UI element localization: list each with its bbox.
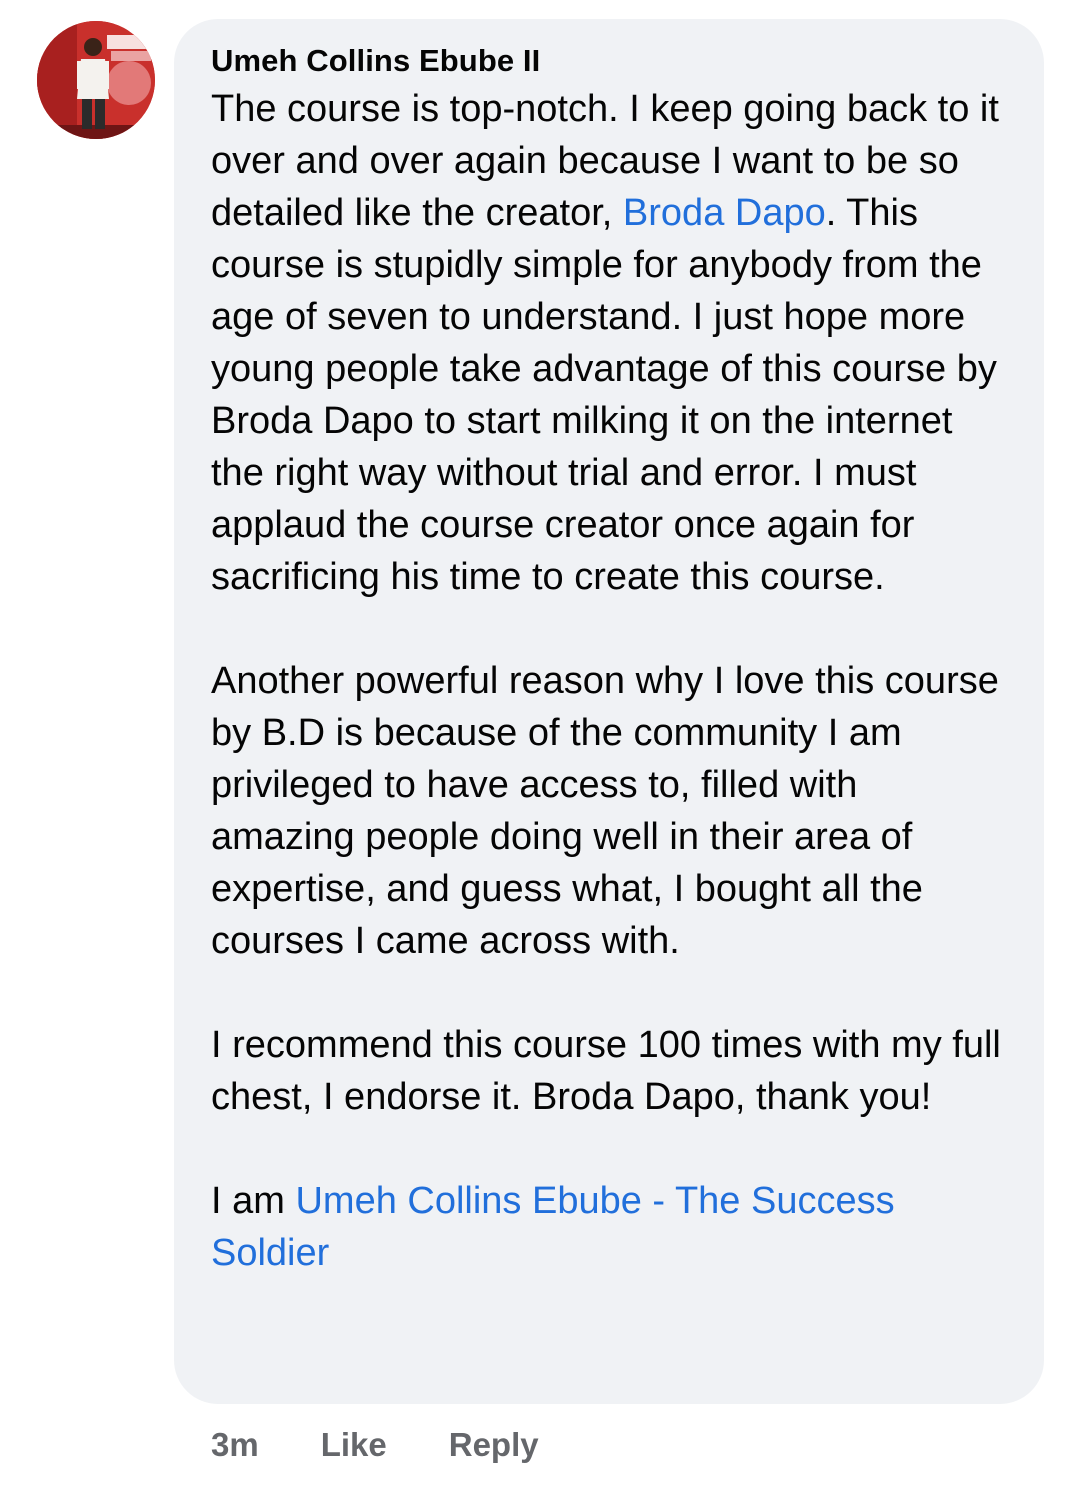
comment-paragraph-3: I recommend this course 100 times with m… xyxy=(211,1024,1001,1118)
comment-timestamp[interactable]: 3m xyxy=(211,1426,259,1464)
paragraph-text: . This course is stupidly simple for any… xyxy=(211,192,997,598)
profile-photo-icon xyxy=(37,21,155,139)
comment-paragraph-2: Another powerful reason why I love this … xyxy=(211,660,999,962)
paragraph-text: I am xyxy=(211,1180,296,1222)
mention-link-broda-dapo[interactable]: Broda Dapo xyxy=(623,192,826,234)
avatar[interactable] xyxy=(37,21,155,139)
comment-author[interactable]: Umeh Collins Ebube II xyxy=(211,41,1008,81)
like-button[interactable]: Like xyxy=(321,1426,387,1464)
reply-button[interactable]: Reply xyxy=(449,1426,539,1464)
comment-body: The course is top-notch. I keep going ba… xyxy=(211,83,1008,1279)
comment-bubble: Umeh Collins Ebube II The course is top-… xyxy=(174,19,1044,1404)
comment-paragraph-1: The course is top-notch. I keep going ba… xyxy=(211,83,1008,603)
comment-paragraph-4: I am Umeh Collins Ebube - The Success So… xyxy=(211,1175,1008,1279)
comment-actions: 3m Like Reply xyxy=(211,1422,601,1468)
mention-link-success-soldier[interactable]: Umeh Collins Ebube - The Success Soldier xyxy=(211,1180,895,1274)
